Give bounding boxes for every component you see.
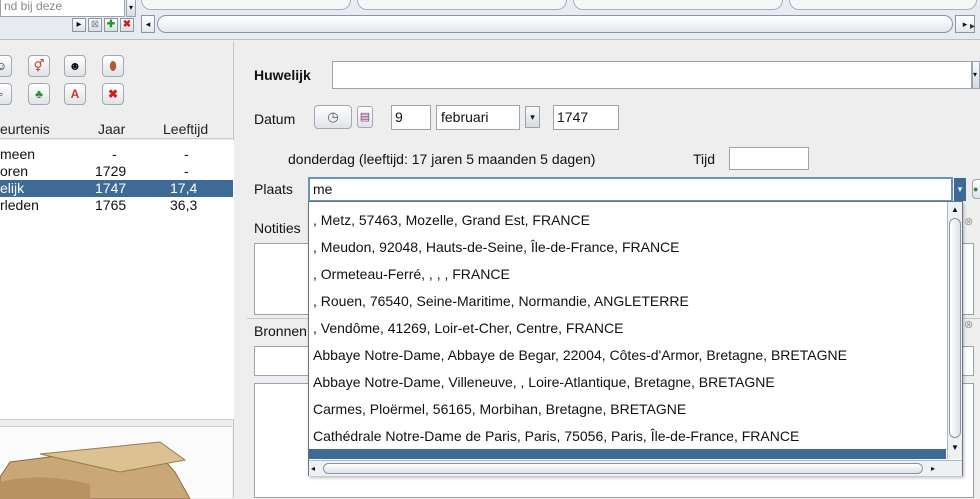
events-table-header: eurtenis Jaar Leeftijd	[0, 111, 234, 139]
place-suggestions-popup: , Metz, 57463, Mozelle, Grand Est, FRANC…	[308, 201, 963, 476]
column-header-year[interactable]: Jaar	[98, 121, 125, 137]
event-year: 1729	[95, 163, 127, 179]
event-type-label: Huwelijk	[254, 67, 311, 83]
tab-scroll-right-icon[interactable]: ▸	[970, 18, 980, 36]
tab-piece[interactable]	[357, 0, 567, 10]
description-dropdown-button[interactable]: ▾	[972, 61, 980, 89]
month-select[interactable]: februari	[436, 105, 520, 130]
suggestion-item[interactable]: , Metz, 57463, Mozelle, Grand Est, FRANC…	[309, 207, 946, 234]
place-add-icon[interactable]: ●	[972, 179, 980, 199]
year-field[interactable]: 1747	[553, 105, 619, 130]
scroll-down-button[interactable]: ▼	[949, 442, 961, 454]
event-age: 36,3	[170, 197, 198, 213]
tab-strip: ◂ ▸	[141, 0, 977, 40]
suggestion-item[interactable]: , Rouen, 76540, Seine-Maritime, Normandi…	[309, 288, 946, 315]
horizontal-scrollbar-thumb[interactable]	[157, 15, 953, 33]
event-name: oren	[0, 163, 29, 179]
place-dropdown-button[interactable]: ▾	[954, 178, 966, 201]
event-age: 17,4	[170, 180, 198, 196]
scroll-right-button[interactable]: ▸	[931, 463, 941, 474]
suggestion-item[interactable]: , Vendôme, 41269, Loir-et-Cher, Centre, …	[309, 315, 946, 342]
baby-icon[interactable]: ◦	[0, 83, 12, 105]
event-name: elijk	[0, 180, 25, 196]
calendar-icon[interactable]: ▤	[357, 106, 373, 128]
tab-piece[interactable]	[573, 0, 783, 10]
tab-piece[interactable]	[141, 0, 351, 10]
suggestion-item[interactable]: , Ormeteau-Ferré, , , , FRANCE	[309, 261, 946, 288]
scroll-left-button[interactable]: ◂	[311, 463, 321, 474]
column-header-event[interactable]: eurtenis	[0, 121, 50, 137]
play-icon[interactable]: ▸	[72, 18, 86, 32]
month-dropdown-button[interactable]: ▾	[525, 106, 540, 128]
table-row[interactable]: meen - -	[0, 146, 233, 163]
clock-icon[interactable]: ◷	[314, 105, 352, 129]
top-toolbar: nd bij deze ▾ ▸ ⊠ ✚ ✖ ◂ ▸	[0, 0, 980, 40]
horizontal-scrollbar-thumb[interactable]	[323, 463, 923, 474]
image-panel	[0, 426, 232, 499]
vertical-scrollbar-thumb[interactable]	[949, 218, 961, 438]
event-age: -	[184, 146, 189, 162]
sources-label: Bronnen	[254, 323, 307, 339]
edit-event-icon[interactable]: A	[64, 83, 86, 105]
weekday-age-info: donderdag (leeftijd: 17 jaren 5 maanden …	[288, 151, 596, 167]
person-icon[interactable]: ☺	[0, 55, 12, 77]
table-row[interactable]: rleden 1765 36,3	[0, 197, 233, 214]
event-year: -	[112, 146, 117, 162]
date-label: Datum	[254, 111, 296, 127]
event-name: meen	[0, 146, 36, 162]
event-year: 1765	[95, 197, 127, 213]
sources-close-icon[interactable]: ⊗	[964, 318, 980, 336]
parchment-scroll-image	[0, 441, 191, 499]
suggestion-item[interactable]: Abbaye Notre-Dame, Villeneuve, , Loire-A…	[309, 369, 946, 396]
notes-label: Notities	[254, 220, 301, 236]
horizontal-scrollbar[interactable]: ◂ ▸	[309, 460, 962, 476]
scroll-up-button[interactable]: ▲	[949, 204, 961, 216]
suggestion-item[interactable]: Abbaye Notre-Dame, Abbaye de Begar, 2200…	[309, 342, 946, 369]
grid-icon[interactable]: ⊠	[88, 18, 102, 32]
event-name: rleden	[0, 197, 39, 213]
notes-close-icon[interactable]: ⊗	[964, 215, 980, 233]
palm-tree-icon[interactable]: ♣	[28, 83, 50, 105]
portrait-icon[interactable]: ⬮	[102, 55, 124, 77]
event-year: 1747	[95, 180, 127, 196]
suggestion-item-highlighted[interactable]	[309, 449, 946, 459]
search-input[interactable]: nd bij deze	[0, 0, 125, 17]
suggestions-list: , Metz, 57463, Mozelle, Grand Est, FRANC…	[309, 202, 946, 447]
suggestion-item[interactable]: , Meudon, 92048, Hauts-de-Seine, Île-de-…	[309, 234, 946, 261]
vertical-scrollbar[interactable]: ▲ ▼	[947, 202, 962, 459]
events-table: meen - - oren 1729 - elijk 1747 17,4 rle…	[0, 140, 234, 420]
event-age: -	[184, 163, 189, 179]
delete-icon[interactable]: ✖	[120, 18, 134, 32]
suggestion-item[interactable]: Carmes, Ploërmel, 56165, Morbihan, Breta…	[309, 396, 946, 423]
search-dropdown-button[interactable]: ▾	[126, 0, 136, 17]
place-label: Plaats	[254, 181, 293, 197]
gender-icon[interactable]: ⚥	[28, 55, 50, 77]
time-field[interactable]	[729, 147, 809, 170]
suggestion-item[interactable]: Cathédrale Notre-Dame de Paris, Paris, 7…	[309, 423, 946, 447]
delete-event-icon[interactable]: ✖	[102, 83, 124, 105]
time-label: Tijd	[693, 151, 716, 167]
event-description-field[interactable]	[332, 61, 972, 89]
day-field[interactable]: 9	[391, 105, 431, 130]
table-row[interactable]: oren 1729 -	[0, 163, 233, 180]
tab-piece[interactable]	[789, 0, 977, 10]
table-row-selected[interactable]: elijk 1747 17,4	[0, 180, 233, 197]
add-icon[interactable]: ✚	[104, 18, 118, 32]
events-panel: ☺ ⚥ ☻ ⬮ ◦ ♣ A ✖ eurtenis Jaar Leeftijd m…	[0, 41, 234, 499]
place-input[interactable]: me	[308, 177, 953, 202]
column-header-age[interactable]: Leeftijd	[163, 121, 208, 137]
face-icon[interactable]: ☻	[64, 55, 86, 77]
scroll-left-button[interactable]: ◂	[141, 15, 155, 33]
